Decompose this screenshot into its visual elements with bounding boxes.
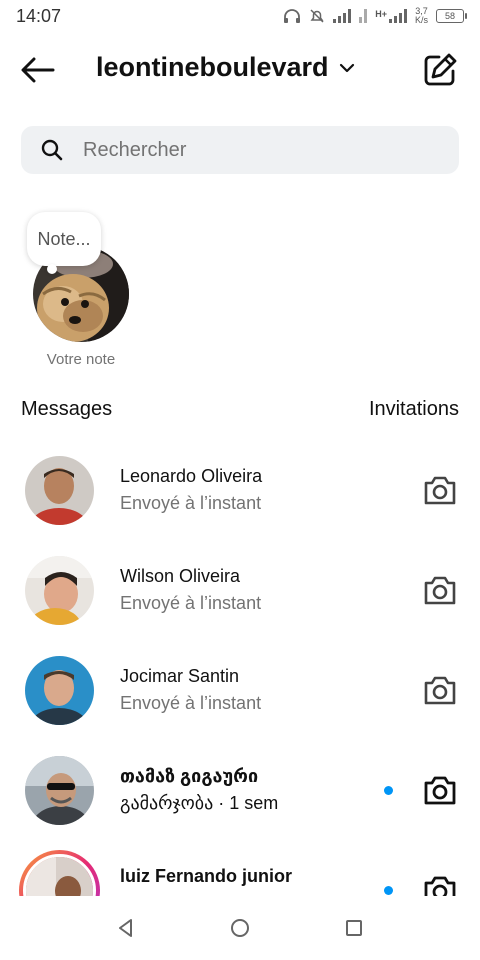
arrow-left-icon	[21, 57, 55, 83]
camera-icon	[424, 676, 456, 705]
square-recents-icon	[346, 920, 362, 936]
signal-icon-2	[359, 9, 368, 23]
signal-icon	[333, 9, 352, 23]
thread-status: Envoyé à l’instant	[120, 593, 262, 613]
contact-photo	[25, 456, 94, 525]
thread-status: Envoyé à l’instant	[120, 493, 262, 513]
search-icon	[41, 139, 63, 161]
nav-recents-button[interactable]	[342, 916, 366, 940]
avatar[interactable]	[25, 456, 94, 525]
thread-name: Wilson Oliveira	[120, 566, 241, 586]
thread-item[interactable]: Jocimar Santin Envoyé à l’instant	[0, 640, 480, 740]
thread-list: Leonardo Oliveira Envoyé à l’instant Wil…	[0, 440, 480, 896]
thread-text: Jocimar Santin Envoyé à l’instant	[120, 664, 380, 716]
nav-home-button[interactable]	[228, 916, 252, 940]
thread-status: Envoyé à l’instant	[120, 693, 262, 713]
chevron-down-icon	[339, 63, 354, 72]
camera-icon	[424, 776, 456, 805]
camera-button[interactable]	[422, 873, 458, 896]
camera-icon	[424, 476, 456, 505]
account-switcher[interactable]: leontineboulevard	[96, 52, 355, 83]
header: leontineboulevard	[0, 44, 480, 96]
thread-name: Leonardo Oliveira	[120, 466, 263, 486]
pencil-square-icon	[424, 53, 457, 86]
thread-name: თამაზ გიგაური	[120, 766, 259, 786]
network-type: H+	[375, 9, 387, 19]
note-label: Votre note	[46, 351, 116, 368]
unread-indicator	[384, 886, 393, 895]
contact-photo	[25, 656, 94, 725]
invitations-link[interactable]: Invitations	[369, 398, 459, 421]
thread-item[interactable]: თამაზ გიგაური გამარჯობა · 1 sem	[0, 740, 480, 840]
back-button[interactable]	[18, 54, 58, 86]
battery-level: 58	[444, 11, 455, 21]
contact-photo	[25, 556, 94, 625]
muted-bell-icon	[310, 9, 324, 23]
avatar-story-ring[interactable]	[19, 850, 100, 896]
thread-item[interactable]: Wilson Oliveira Envoyé à l’instant	[0, 540, 480, 640]
battery-icon: 58	[436, 9, 467, 23]
headphones-icon	[284, 9, 301, 23]
contact-photo	[26, 857, 93, 896]
thread-text: Leonardo Oliveira Envoyé à l’instant	[120, 464, 380, 516]
camera-button[interactable]	[422, 673, 458, 707]
camera-icon	[424, 576, 456, 605]
circle-home-icon	[231, 919, 249, 937]
avatar[interactable]	[25, 556, 94, 625]
signal-icon-3	[388, 9, 407, 23]
thread-text: luiz Fernando junior	[120, 864, 380, 890]
status-time: 14:07	[16, 5, 62, 26]
nav-back-button[interactable]	[114, 916, 138, 940]
camera-icon	[424, 876, 456, 896]
note-placeholder: Note...	[37, 228, 91, 249]
triangle-back-icon	[119, 919, 132, 937]
search-input[interactable]	[83, 138, 423, 162]
avatar[interactable]	[25, 756, 94, 825]
thread-text: Wilson Oliveira Envoyé à l’instant	[120, 564, 380, 616]
thread-name: luiz Fernando junior	[120, 866, 292, 886]
camera-button[interactable]	[422, 773, 458, 807]
unread-indicator	[384, 786, 393, 795]
username: leontineboulevard	[96, 52, 329, 82]
avatar[interactable]	[25, 656, 94, 725]
thread-name: Jocimar Santin	[120, 666, 240, 686]
camera-button[interactable]	[422, 473, 458, 507]
avatar	[23, 854, 96, 896]
section-header: Messages Invitations	[21, 398, 459, 421]
camera-button[interactable]	[422, 573, 458, 607]
thread-text: თამაზ გიგაური გამარჯობა · 1 sem	[120, 764, 380, 816]
messages-title: Messages	[21, 398, 113, 420]
thread-item[interactable]: Leonardo Oliveira Envoyé à l’instant	[0, 440, 480, 540]
compose-button[interactable]	[422, 52, 458, 88]
search-bar[interactable]	[21, 126, 459, 174]
note-bubble[interactable]: Note...	[27, 212, 101, 274]
note-section: Note... Votre note	[0, 206, 160, 376]
network-speed: 3,7 K/s	[415, 7, 428, 25]
status-icons: H+ 3,7 K/s 58	[283, 7, 467, 25]
system-nav-bar	[0, 896, 480, 960]
status-bar: 14:07 H+ 3,7 K/s 58	[0, 0, 480, 32]
speed-unit: K/s	[414, 15, 428, 25]
contact-photo	[25, 756, 94, 825]
thread-status: გამარჯობა · 1 sem	[120, 793, 279, 813]
thread-item[interactable]: luiz Fernando junior	[0, 840, 480, 896]
